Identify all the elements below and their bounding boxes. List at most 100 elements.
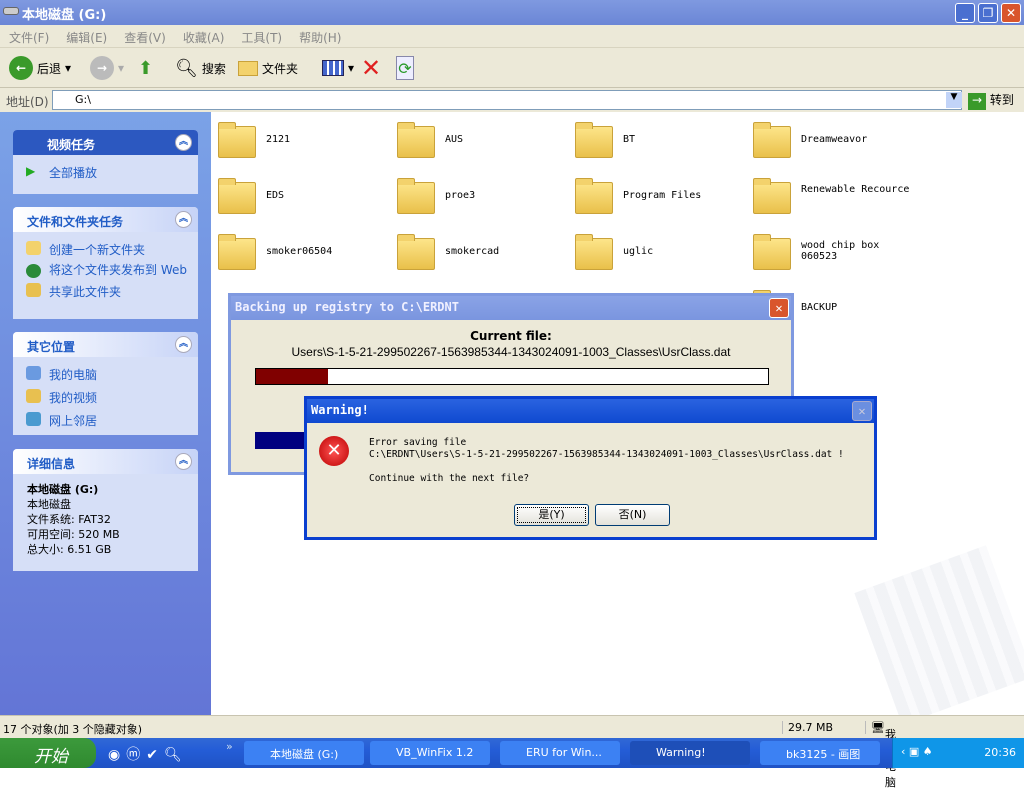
close-button[interactable]: ✕	[1001, 3, 1021, 23]
menu-tools[interactable]: 工具(T)	[232, 25, 290, 46]
warning-close-button[interactable]: ✕	[852, 401, 872, 421]
menu-view[interactable]: 查看(V)	[115, 25, 174, 46]
folder-icon	[397, 234, 435, 270]
address-bar: 地址(D) G:\ ▼ → 转到	[0, 88, 1024, 112]
forward-button[interactable]: → ▾	[90, 56, 124, 80]
quick-launch[interactable]: ◉ⓜ✔🔍︎	[108, 744, 188, 764]
share-folder-link[interactable]: 共享此文件夹	[13, 280, 198, 303]
drive-type: 本地磁盘	[27, 498, 71, 511]
object-count: 17 个对象(加 3 个隐藏对象)	[3, 723, 143, 736]
address-dropdown[interactable]: ▼	[946, 92, 962, 108]
maximize-button[interactable]: ❐	[978, 3, 998, 23]
folder-item[interactable]: Program Files	[575, 178, 745, 222]
link-label: 创建一个新文件夹	[49, 243, 146, 257]
folder-icon	[575, 178, 613, 214]
tray-icons[interactable]: ‹ ▣ ♠	[901, 745, 933, 758]
menu-help[interactable]: 帮助(H)	[290, 25, 349, 46]
yes-button[interactable]: 是(Y)	[514, 504, 589, 526]
folder-name: uglic	[623, 246, 654, 257]
drive-icon	[3, 7, 19, 15]
folder-name: smoker06504	[266, 246, 333, 257]
collapse-icon[interactable]: ︽	[175, 453, 192, 470]
task-warning[interactable]: Warning!	[630, 741, 750, 765]
search-button[interactable]: 🔍︎ 搜索	[175, 56, 226, 80]
backup-close-button[interactable]: ✕	[769, 298, 789, 318]
file-tasks-header[interactable]: 文件和文件夹任务 ︽	[13, 207, 198, 232]
network-link[interactable]: 网上邻居	[13, 409, 198, 432]
folder-icon	[753, 178, 791, 214]
other-places-header[interactable]: 其它位置 ︽	[13, 332, 198, 357]
delete-button[interactable]: ✕	[361, 54, 381, 82]
free-space: 可用空间: 520 MB	[27, 528, 120, 541]
refresh-button[interactable]: ⟳	[396, 56, 414, 80]
total-size-status: 29.7 MB	[782, 721, 833, 734]
menu-edit[interactable]: 编辑(E)	[57, 25, 115, 46]
publish-web-link[interactable]: 将这个文件夹发布到 Web	[13, 261, 198, 280]
other-places-panel: 其它位置 ︽ 我的电脑 我的视频 网上邻居	[13, 332, 198, 435]
file-system: 文件系统: FAT32	[27, 513, 111, 526]
folder-item[interactable]: uglic	[575, 234, 745, 278]
folders-label: 文件夹	[262, 61, 299, 76]
search-label: 搜索	[201, 61, 226, 76]
folder-name: 2121	[266, 134, 291, 145]
folder-item[interactable]: Dreamweavor	[753, 122, 923, 166]
go-label: 转到	[989, 93, 1014, 107]
back-label: 后退	[37, 61, 62, 76]
address-label: 地址(D)	[6, 95, 49, 109]
folder-item[interactable]: wood chip box 060523	[753, 234, 923, 278]
task-vb-winfix[interactable]: VB_WinFix 1.2	[370, 741, 490, 765]
folder-item[interactable]: Renewable Recource	[753, 178, 923, 222]
current-file-label: Current file:	[470, 329, 552, 343]
panel-title: 其它位置	[27, 340, 76, 354]
globe-icon	[26, 264, 41, 278]
menu-bar: 文件(F) 编辑(E) 查看(V) 收藏(A) 工具(T) 帮助(H)	[0, 25, 1024, 48]
folder-item[interactable]: proe3	[397, 178, 567, 222]
folder-name: smokercad	[445, 246, 500, 257]
views-icon	[322, 60, 344, 76]
folder-icon	[575, 234, 613, 270]
collapse-icon[interactable]: ︽	[175, 211, 192, 228]
no-button[interactable]: 否(N)	[595, 504, 670, 526]
progress-fill	[256, 369, 328, 384]
folder-icon	[397, 122, 435, 158]
folder-name: Renewable Recource	[801, 184, 910, 195]
backup-dialog-title: Backing up registry to C:\ERDNT	[235, 300, 459, 314]
new-folder-link[interactable]: 创建一个新文件夹	[13, 238, 198, 261]
folder-name: Dreamweavor	[801, 134, 868, 145]
start-button[interactable]: 开始	[0, 738, 96, 768]
task-explorer[interactable]: 本地磁盘 (G:)	[244, 741, 364, 765]
folder-item[interactable]: smoker06504	[218, 234, 388, 278]
folder-item[interactable]: EDS	[218, 178, 388, 222]
panel-title: 视频任务	[47, 138, 96, 152]
folders-button[interactable]: 文件夹	[238, 56, 298, 80]
collapse-icon[interactable]: ︽	[175, 134, 192, 151]
minimize-button[interactable]: _	[955, 3, 975, 23]
my-computer-link[interactable]: 我的电脑	[13, 363, 198, 386]
folder-item[interactable]: smokercad	[397, 234, 567, 278]
folder-item[interactable]: AUS	[397, 122, 567, 166]
play-icon: ▶	[26, 164, 36, 178]
window-title: 本地磁盘 (G:)	[22, 8, 107, 23]
back-button[interactable]: ← 后退 ▾	[9, 56, 71, 80]
video-tasks-header[interactable]: 视频任务 ︽	[13, 130, 198, 155]
status-bar: 17 个对象(加 3 个隐藏对象) 29.7 MB 🖥︎ 我的电脑	[0, 715, 1024, 789]
menu-file[interactable]: 文件(F)	[0, 25, 57, 46]
task-eru[interactable]: ERU for Win...	[500, 741, 620, 765]
details-header[interactable]: 详细信息 ︽	[13, 449, 198, 474]
collapse-icon[interactable]: ︽	[175, 336, 192, 353]
up-folder-button[interactable]: ⬆	[138, 56, 153, 80]
address-input[interactable]: G:\	[52, 90, 962, 110]
menu-favorites[interactable]: 收藏(A)	[174, 25, 233, 46]
go-button[interactable]: → 转到	[968, 91, 1014, 110]
task-paint[interactable]: bk3125 - 画图	[760, 741, 880, 765]
play-all-link[interactable]: ▶ 全部播放	[13, 161, 198, 184]
go-arrow-icon: →	[968, 93, 986, 110]
my-videos-link[interactable]: 我的视频	[13, 386, 198, 409]
location-status: 🖥︎ 我的电脑	[865, 721, 896, 789]
folder-item[interactable]: 2121	[218, 122, 388, 166]
folder-item[interactable]: BT	[575, 122, 745, 166]
quick-launch-more[interactable]: »	[226, 740, 233, 753]
views-button[interactable]: ▾	[322, 56, 354, 80]
taskbar: 开始 ◉ⓜ✔🔍︎ » 本地磁盘 (G:) VB_WinFix 1.2 ERU f…	[0, 738, 1024, 768]
folder-name: AUS	[445, 134, 464, 145]
